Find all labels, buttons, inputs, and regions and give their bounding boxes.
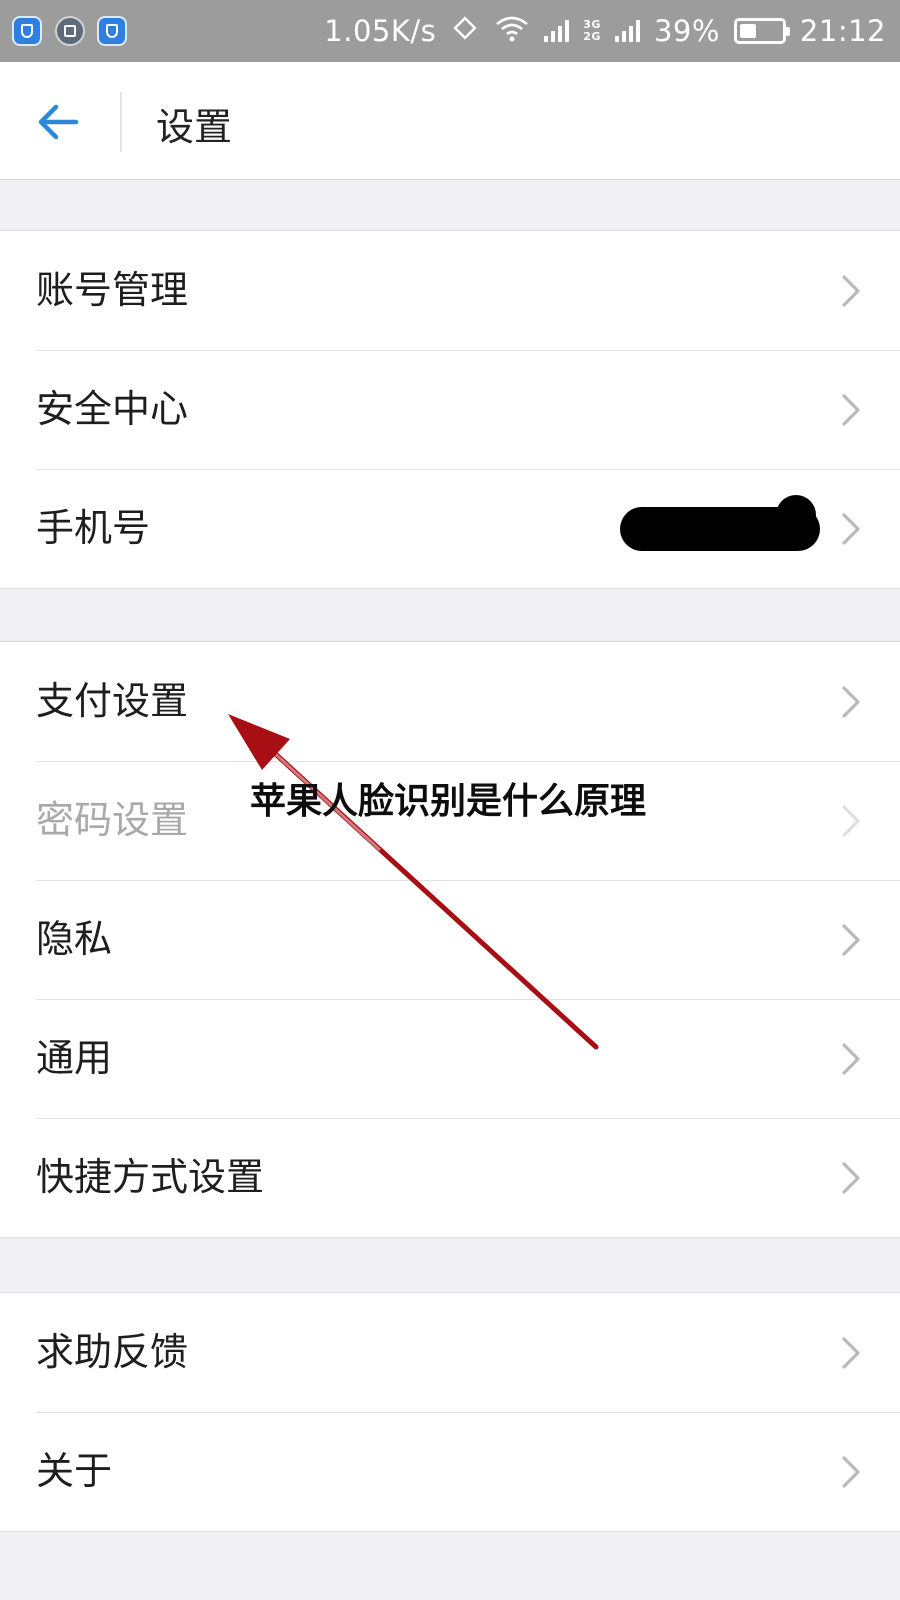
settings-group-general: 支付设置 密码设置 隐私 通用 快捷方式设置 <box>0 641 900 1238</box>
settings-item-label: 手机号 <box>36 506 151 550</box>
chevron-right-icon <box>830 801 870 841</box>
settings-item-feedback[interactable]: 求助反馈 <box>0 1293 900 1412</box>
settings-item-privacy[interactable]: 隐私 <box>0 880 900 999</box>
page-title: 设置 <box>156 105 233 149</box>
settings-item-phone-number[interactable]: 手机号 <box>0 469 900 588</box>
screenshot-app-icon <box>55 16 85 46</box>
settings-item-label: 快捷方式设置 <box>36 1155 265 1199</box>
settings-item-label: 安全中心 <box>36 387 189 431</box>
settings-item-security-center[interactable]: 安全中心 <box>0 350 900 469</box>
chevron-right-icon <box>830 920 870 960</box>
settings-item-label: 通用 <box>36 1036 113 1080</box>
settings-item-account-management[interactable]: 账号管理 <box>0 231 900 350</box>
chevron-right-icon <box>830 682 870 722</box>
clock: 21:12 <box>799 14 886 48</box>
header-divider <box>120 92 122 152</box>
settings-group-support: 求助反馈 关于 <box>0 1292 900 1532</box>
settings-item-shortcuts[interactable]: 快捷方式设置 <box>0 1118 900 1237</box>
settings-item-label: 关于 <box>36 1449 113 1493</box>
battery-icon <box>733 18 790 44</box>
settings-item-label: 隐私 <box>36 917 113 961</box>
rotate-icon <box>450 13 480 50</box>
settings-item-label: 求助反馈 <box>36 1330 189 1374</box>
shield-app-icon <box>97 16 127 46</box>
back-arrow-icon <box>38 104 79 140</box>
status-bar: 1.05K/s 3G 2G 39% 21:12 <box>0 0 900 62</box>
overlay-caption: 苹果人脸识别是什么原理 <box>250 781 647 822</box>
settings-item-payment[interactable]: 支付设置 <box>0 642 900 761</box>
settings-item-general[interactable]: 通用 <box>0 999 900 1118</box>
network-speed: 1.05K/s <box>324 14 437 48</box>
settings-item-label: 密码设置 <box>36 798 189 842</box>
back-button[interactable] <box>28 92 88 152</box>
chevron-right-icon <box>830 271 870 311</box>
signal-icon <box>614 20 640 42</box>
wifi-icon <box>494 13 530 50</box>
chevron-right-icon <box>830 1158 870 1198</box>
network-type: 3G 2G <box>583 18 601 43</box>
settings-group-account: 账号管理 安全中心 手机号 <box>0 230 900 589</box>
chevron-right-icon <box>830 509 870 549</box>
chevron-right-icon <box>830 1452 870 1492</box>
chevron-right-icon <box>830 1039 870 1079</box>
app-header: 设置 <box>0 62 900 180</box>
chevron-right-icon <box>830 390 870 430</box>
settings-item-about[interactable]: 关于 <box>0 1412 900 1531</box>
shield-app-icon <box>12 16 42 46</box>
battery-percent: 39% <box>653 14 720 48</box>
chevron-right-icon <box>830 1333 870 1373</box>
redaction-mark <box>620 495 820 551</box>
settings-item-label: 账号管理 <box>36 268 189 312</box>
signal-icon <box>544 20 570 42</box>
settings-item-label: 支付设置 <box>36 679 189 723</box>
